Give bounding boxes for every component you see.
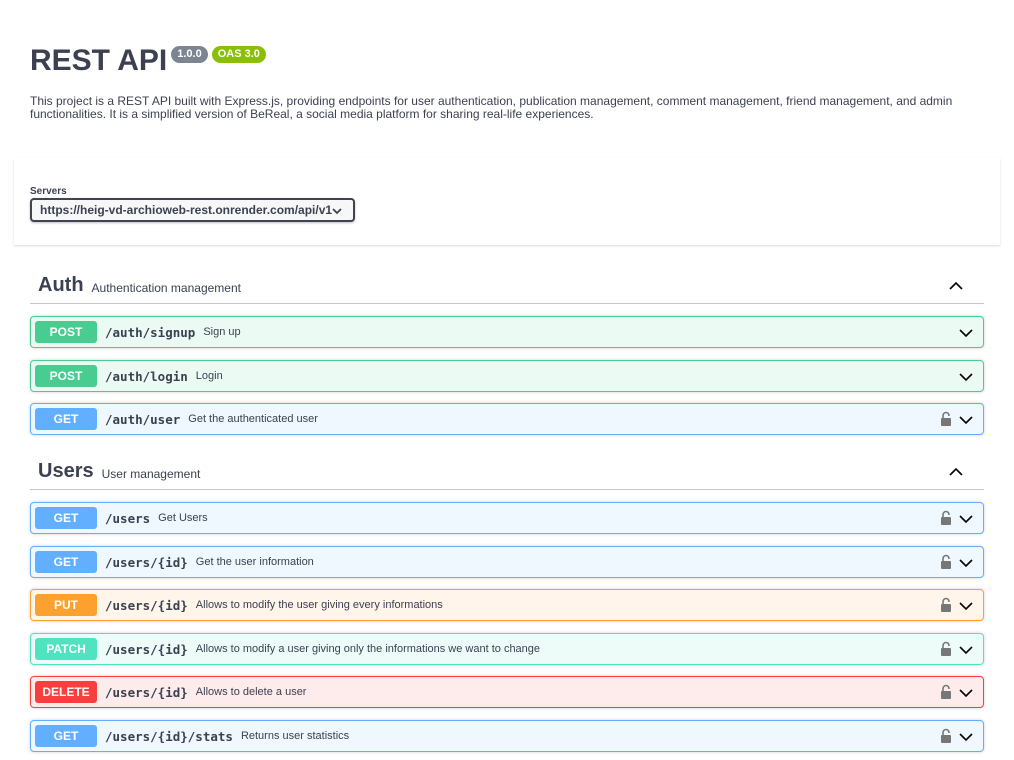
operation-get-users[interactable]: GET /users Get Users xyxy=(30,502,984,534)
chevron-up-icon[interactable] xyxy=(948,279,964,293)
operation-get-auth-user[interactable]: GET /auth/user Get the authenticated use… xyxy=(30,403,984,435)
operation-put-user[interactable]: PUT /users/{id} Allows to modify the use… xyxy=(30,589,984,621)
chevron-down-icon[interactable] xyxy=(958,730,974,744)
api-info: REST API 1.0.0 OAS 3.0 xyxy=(30,44,990,78)
operation-path: /users/{id} xyxy=(105,554,188,570)
tag-header-auth[interactable]: Auth Authentication management xyxy=(30,268,984,304)
operation-summary: Get Users xyxy=(158,512,208,524)
tag-name: Users xyxy=(38,460,94,482)
operation-delete-user[interactable]: DELETE /users/{id} Allows to delete a us… xyxy=(30,676,984,708)
chevron-down-icon[interactable] xyxy=(958,643,974,657)
lock-icon[interactable] xyxy=(940,641,952,657)
lock-icon[interactable] xyxy=(940,411,952,427)
operation-post-auth-login[interactable]: POST /auth/login Login xyxy=(30,360,984,392)
method-badge: DELETE xyxy=(35,681,97,703)
chevron-down-icon[interactable] xyxy=(958,326,974,340)
operation-summary: Get the authenticated user xyxy=(188,413,318,425)
tag-name: Auth xyxy=(38,274,84,296)
method-badge: GET xyxy=(35,725,97,747)
operation-get-user-by-id[interactable]: GET /users/{id} Get the user information xyxy=(30,546,984,578)
operation-patch-user[interactable]: PATCH /users/{id} Allows to modify a use… xyxy=(30,633,984,665)
lock-icon[interactable] xyxy=(940,684,952,700)
lock-icon[interactable] xyxy=(940,554,952,570)
chevron-down-icon[interactable] xyxy=(958,686,974,700)
operation-summary: Returns user statistics xyxy=(240,730,350,742)
servers-label: Servers xyxy=(30,186,67,197)
api-title: REST API xyxy=(30,44,168,77)
tag-header-users[interactable]: Users User management xyxy=(30,454,984,490)
chevron-down-icon[interactable] xyxy=(958,512,974,526)
operation-summary: Allows to delete a user xyxy=(195,686,307,698)
operation-path: /auth/user xyxy=(105,411,181,427)
operation-path: /users/{id}/stats xyxy=(105,728,233,744)
chevron-down-icon[interactable] xyxy=(958,599,974,613)
operation-path: /users xyxy=(105,510,151,526)
chevron-down-icon xyxy=(332,208,342,215)
operation-path: /users/{id} xyxy=(105,684,188,700)
operation-path: /auth/signup xyxy=(105,324,196,340)
method-badge: PATCH xyxy=(35,638,97,660)
operation-summary: Allows to modify a user giving only the … xyxy=(195,643,541,655)
chevron-up-icon[interactable] xyxy=(948,465,964,479)
method-badge: GET xyxy=(35,551,97,573)
operation-summary: Allows to modify the user giving every i… xyxy=(195,599,443,611)
lock-icon[interactable] xyxy=(940,728,952,744)
operation-path: /users/{id} xyxy=(105,597,188,613)
api-description: This project is a REST API built with Ex… xyxy=(30,94,953,121)
chevron-down-icon[interactable] xyxy=(958,370,974,384)
oas-badge: OAS 3.0 xyxy=(211,46,266,63)
operation-summary: Get the user information xyxy=(195,556,314,568)
servers-select[interactable]: https://heig-vd-archioweb-rest.onrender.… xyxy=(30,198,355,222)
operation-post-auth-signup[interactable]: POST /auth/signup Sign up xyxy=(30,316,984,348)
method-badge: POST xyxy=(35,321,97,343)
operation-summary: Sign up xyxy=(203,326,241,338)
version-badge: 1.0.0 xyxy=(171,46,208,63)
lock-icon[interactable] xyxy=(940,597,952,613)
tag-description: Authentication management xyxy=(91,280,241,295)
servers-section: Servers https://heig-vd-archioweb-rest.o… xyxy=(14,158,1000,245)
operation-summary: Login xyxy=(195,370,223,382)
chevron-down-icon[interactable] xyxy=(958,413,974,427)
operation-path: /users/{id} xyxy=(105,641,188,657)
chevron-down-icon[interactable] xyxy=(958,556,974,570)
method-badge: POST xyxy=(35,365,97,387)
operation-get-user-stats[interactable]: GET /users/{id}/stats Returns user stati… xyxy=(30,720,984,752)
method-badge: GET xyxy=(35,507,97,529)
lock-icon[interactable] xyxy=(940,510,952,526)
method-badge: PUT xyxy=(35,594,97,616)
method-badge: GET xyxy=(35,408,97,430)
operation-path: /auth/login xyxy=(105,368,188,384)
tag-description: User management xyxy=(101,466,201,481)
servers-selected-value: https://heig-vd-archioweb-rest.onrender.… xyxy=(40,203,333,217)
